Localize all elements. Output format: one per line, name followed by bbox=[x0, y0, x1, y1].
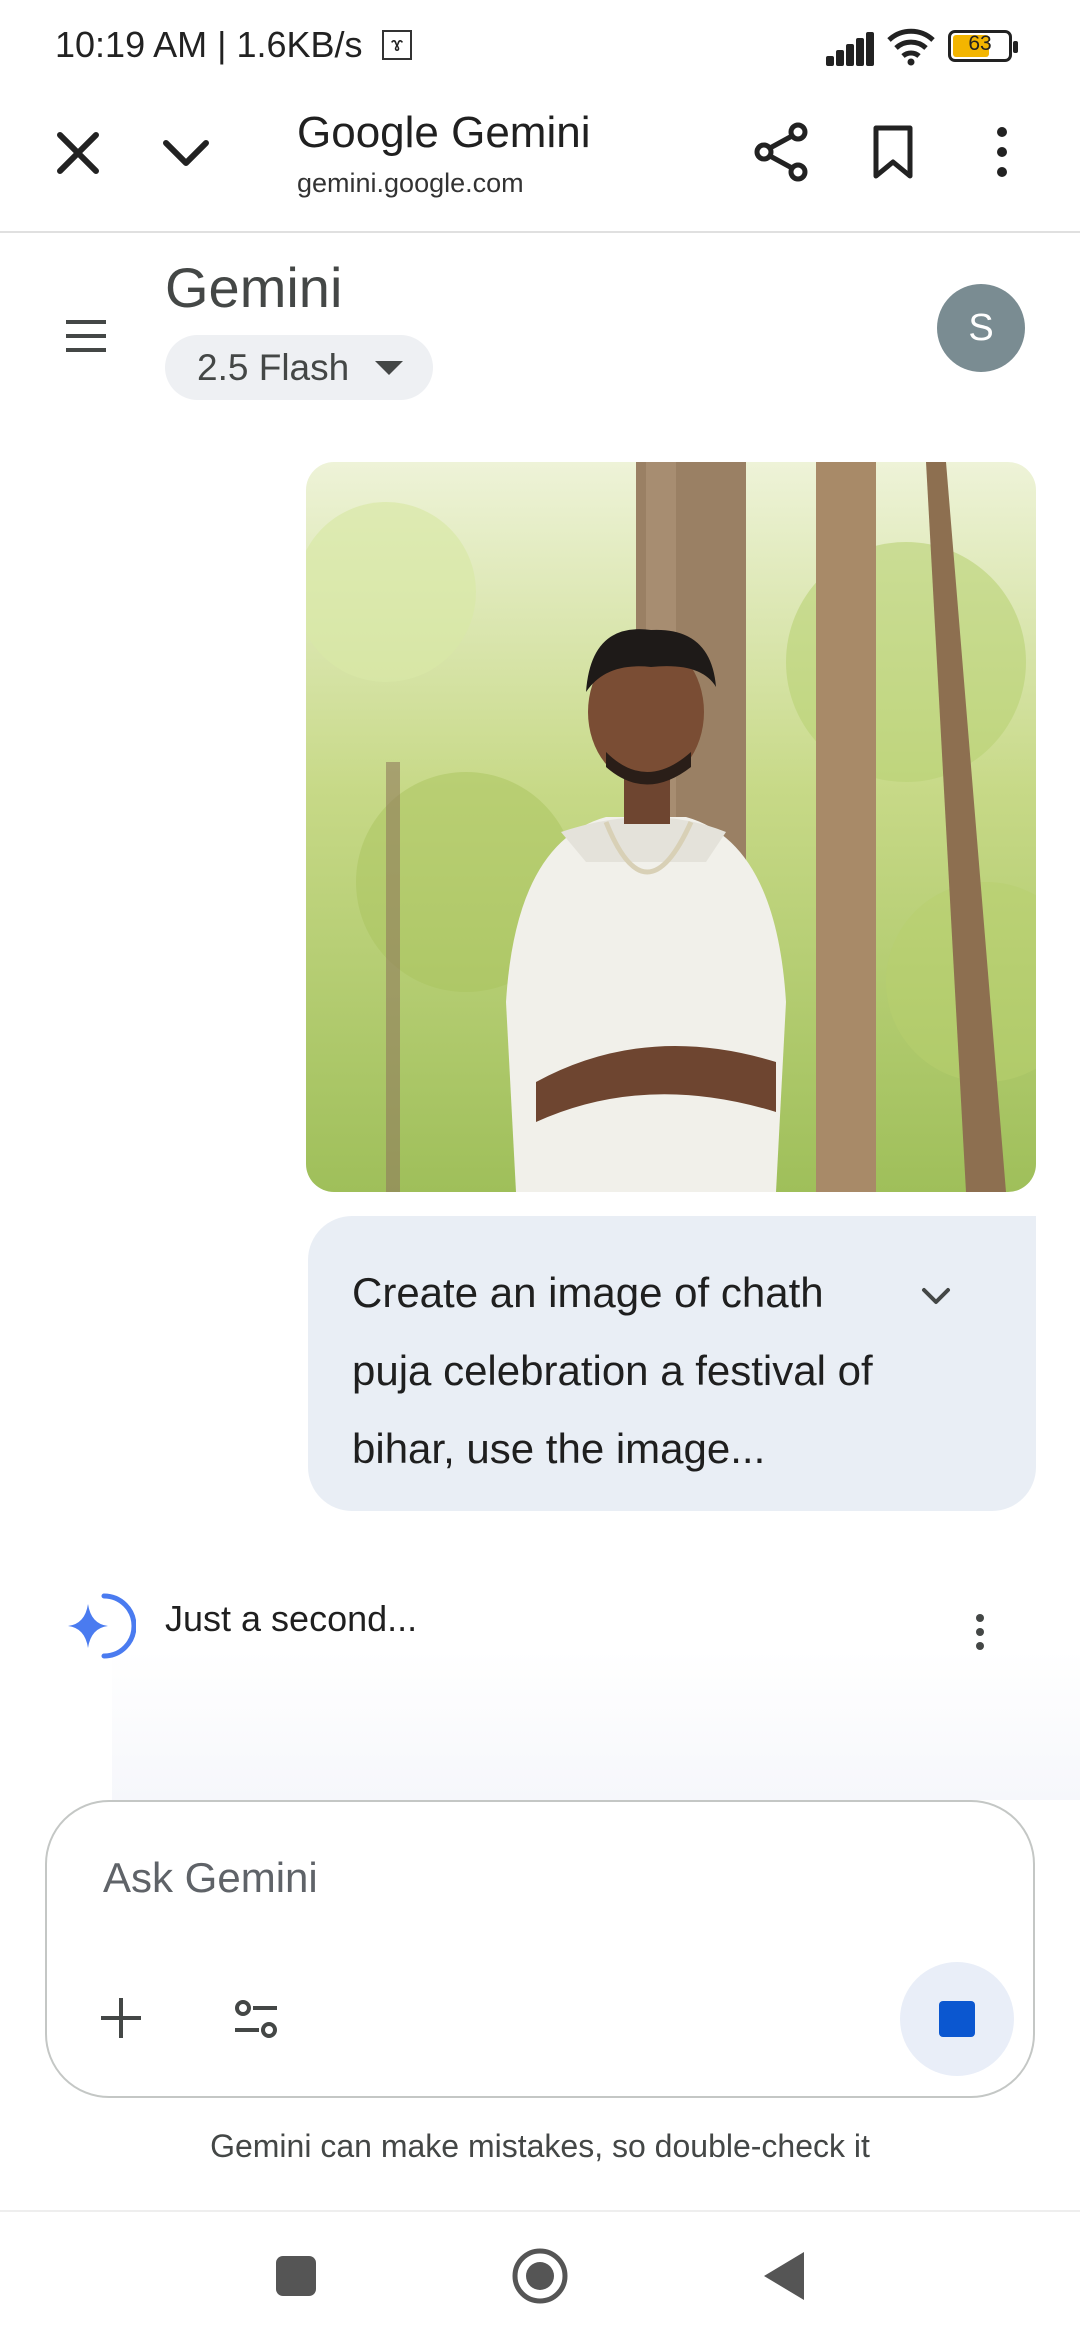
share-icon[interactable] bbox=[752, 122, 812, 187]
avatar[interactable]: S bbox=[937, 284, 1025, 372]
battery-icon: 63 bbox=[948, 30, 1018, 62]
home-icon[interactable] bbox=[510, 2246, 570, 2311]
app-title: Gemini bbox=[165, 256, 343, 319]
stop-button[interactable] bbox=[900, 1962, 1014, 2076]
tools-icon[interactable] bbox=[233, 1998, 279, 2045]
uploaded-photo[interactable] bbox=[306, 462, 1036, 1192]
stop-icon bbox=[939, 2001, 975, 2037]
signal-icon bbox=[826, 30, 876, 66]
close-icon[interactable] bbox=[50, 125, 106, 186]
browser-title: Google Gemini bbox=[297, 108, 591, 157]
response-status-text: Just a second... bbox=[165, 1598, 418, 1639]
status-time: 10:19 AM | 1.6KB/s bbox=[55, 24, 363, 65]
menu-icon[interactable] bbox=[64, 318, 108, 359]
dropdown-arrow-icon bbox=[375, 361, 403, 382]
disclaimer-text: Gemini can make mistakes, so double-chec… bbox=[210, 2128, 870, 2164]
response-area bbox=[112, 1650, 1080, 1800]
battery-level: 63 bbox=[968, 32, 992, 55]
notification-icon: ɤ bbox=[382, 30, 412, 60]
browser-url: gemini.google.com bbox=[297, 168, 524, 198]
bookmark-icon[interactable] bbox=[868, 124, 918, 185]
chat-input-placeholder[interactable]: Ask Gemini bbox=[103, 1854, 318, 1902]
response-more-icon[interactable] bbox=[970, 1612, 990, 1657]
back-icon[interactable] bbox=[760, 2250, 806, 2307]
wifi-icon bbox=[886, 26, 936, 71]
user-message-bubble: Create an image of chath puja celebratio… bbox=[308, 1216, 1036, 1511]
chat-input-box[interactable]: Ask Gemini bbox=[45, 1800, 1035, 2098]
gemini-spark-icon bbox=[60, 1588, 137, 1669]
expand-chevron-icon[interactable] bbox=[920, 1286, 952, 1313]
recents-icon[interactable] bbox=[276, 2256, 316, 2296]
user-message-text: Create an image of chath puja celebratio… bbox=[352, 1269, 873, 1472]
model-label: 2.5 Flash bbox=[197, 347, 350, 388]
add-icon[interactable] bbox=[99, 1996, 143, 2045]
chevron-down-icon[interactable] bbox=[158, 125, 214, 186]
model-selector[interactable]: 2.5 Flash bbox=[165, 335, 433, 400]
more-vert-icon[interactable] bbox=[990, 124, 1014, 185]
